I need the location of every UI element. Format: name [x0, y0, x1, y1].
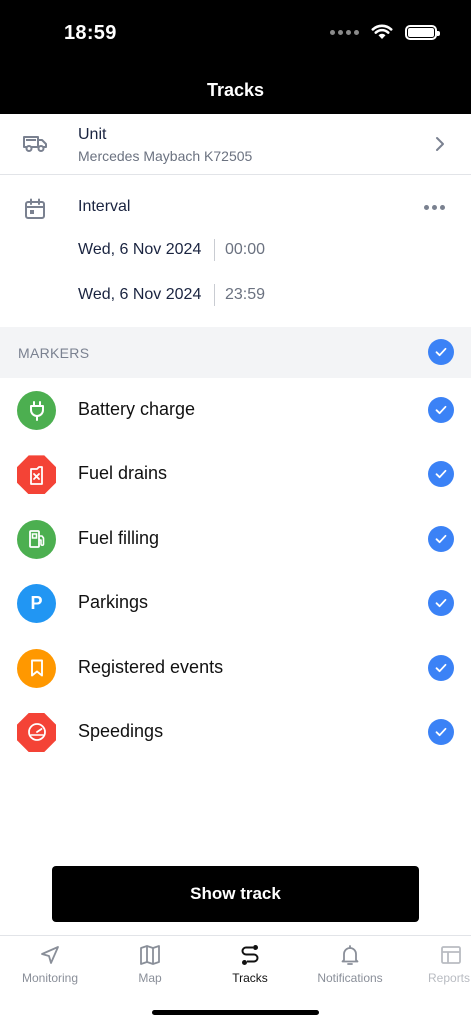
- marker-item-parkings[interactable]: P Parkings: [0, 571, 471, 635]
- more-options-icon[interactable]: [424, 205, 445, 210]
- marker-badge: [17, 455, 56, 495]
- interval-to[interactable]: Wed, 6 Nov 2024 23:59: [78, 284, 265, 306]
- tab-map[interactable]: Map: [100, 936, 200, 996]
- markers-header: MARKERS: [0, 327, 471, 378]
- route-icon: [241, 945, 259, 965]
- interval-label: Interval: [78, 198, 131, 215]
- marker-item-registered-events[interactable]: Registered events: [0, 636, 471, 700]
- marker-list: Battery charge Fuel drains Fuel filling: [0, 378, 471, 764]
- marker-label: Parkings: [78, 592, 149, 613]
- chevron-right-icon: [436, 137, 444, 151]
- marker-badge: [17, 391, 56, 430]
- bookmark-icon: [30, 659, 43, 677]
- show-track-button[interactable]: Show track: [52, 866, 419, 922]
- unit-selector[interactable]: Unit Mercedes Maybach K72505: [0, 114, 471, 175]
- map-icon: [140, 945, 160, 965]
- marker-label: Speedings: [78, 720, 164, 741]
- parking-icon: P: [17, 584, 56, 624]
- select-all-checkbox[interactable]: [428, 339, 454, 365]
- interval-section: Interval Wed, 6 Nov 2024 00:00 Wed, 6 No…: [0, 175, 471, 327]
- tab-label: Tracks: [232, 971, 268, 985]
- marker-item-fuel-filling[interactable]: Fuel filling: [0, 507, 471, 571]
- page-title: Tracks: [206, 79, 265, 100]
- navigation-bar: Tracks: [0, 66, 471, 114]
- speedometer-icon: [27, 723, 46, 742]
- marker-checkbox[interactable]: [428, 590, 454, 617]
- fuel-pump-icon: [28, 530, 44, 549]
- marker-item-fuel-drains[interactable]: Fuel drains: [0, 442, 471, 506]
- fuel-drain-icon: [29, 465, 43, 485]
- marker-label: Battery charge: [78, 399, 196, 419]
- bell-icon: [341, 945, 359, 965]
- tab-label: Monitoring: [21, 971, 79, 985]
- unit-name: Mercedes Maybach K72505: [78, 148, 253, 164]
- tab-label: Map: [138, 971, 162, 985]
- status-bar: 18:59: [0, 0, 471, 66]
- tab-tracks[interactable]: Tracks: [200, 936, 300, 996]
- divider: [214, 284, 215, 306]
- checkmark-icon: [435, 599, 447, 608]
- status-time: 18:59: [64, 22, 117, 44]
- van-icon: [23, 136, 47, 152]
- status-icons: [330, 24, 440, 40]
- tab-reports[interactable]: Reports: [400, 936, 471, 996]
- checkmark-icon: [435, 727, 447, 737]
- calendar-icon: [25, 198, 45, 219]
- markers-title: MARKERS: [18, 345, 90, 361]
- marker-label: Registered events: [78, 656, 224, 677]
- home-indicator: [152, 1010, 319, 1015]
- unit-label: Unit: [78, 126, 107, 143]
- marker-item-battery-charge[interactable]: Battery charge: [0, 378, 471, 442]
- to-time[interactable]: 23:59: [225, 286, 265, 304]
- navigation-arrow-icon: [41, 946, 59, 964]
- cellular-signal-icon: [330, 29, 359, 35]
- interval-from[interactable]: Wed, 6 Nov 2024 00:00: [78, 239, 265, 261]
- marker-badge: [17, 712, 56, 752]
- marker-item-speedings[interactable]: Speedings: [0, 700, 471, 764]
- tab-label: Reports: [428, 971, 471, 985]
- marker-checkbox[interactable]: [428, 525, 454, 552]
- tab-notifications[interactable]: Notifications: [300, 936, 400, 996]
- marker-label: Fuel filling: [78, 527, 160, 548]
- plug-icon: [29, 400, 44, 421]
- marker-checkbox[interactable]: [428, 461, 454, 488]
- wifi-icon: [371, 24, 393, 39]
- from-date[interactable]: Wed, 6 Nov 2024: [78, 241, 214, 259]
- checkmark-icon: [435, 534, 447, 543]
- checkmark-icon: [435, 405, 447, 415]
- marker-badge: [17, 519, 56, 559]
- checkmark-icon: [435, 347, 447, 357]
- report-table-icon: [441, 946, 461, 964]
- marker-badge: [17, 648, 56, 688]
- tab-label: Notifications: [317, 971, 383, 985]
- checkmark-icon: [435, 470, 447, 479]
- tab-monitoring[interactable]: Monitoring: [0, 936, 100, 996]
- marker-checkbox[interactable]: [428, 654, 454, 681]
- marker-label: Fuel drains: [78, 463, 168, 484]
- to-date[interactable]: Wed, 6 Nov 2024: [78, 286, 214, 304]
- marker-checkbox[interactable]: [428, 397, 454, 423]
- parking-icon-letter: P: [30, 593, 43, 614]
- battery-icon: [405, 24, 440, 40]
- from-time[interactable]: 00:00: [225, 241, 265, 259]
- checkmark-icon: [435, 663, 447, 672]
- marker-checkbox[interactable]: [428, 718, 454, 745]
- divider: [214, 239, 215, 261]
